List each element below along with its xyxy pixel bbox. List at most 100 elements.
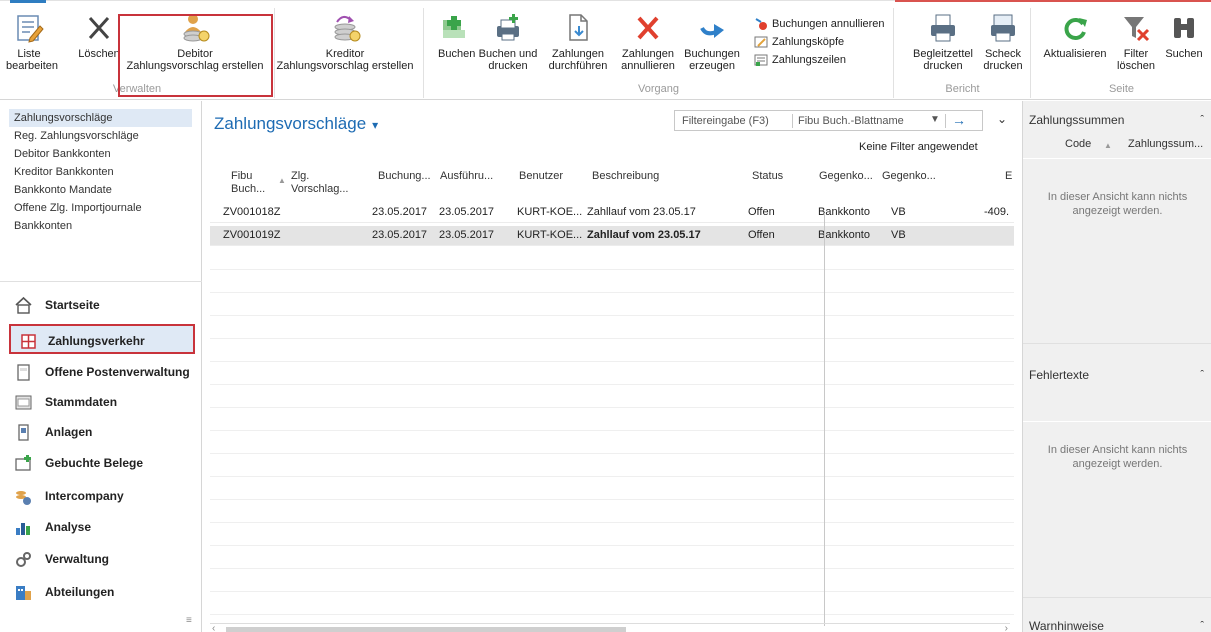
cell-gegenkonto-art: Bankkonto <box>818 229 870 241</box>
nav-link-offene-importjournale[interactable]: Offene Zlg. Importjournale <box>14 199 142 217</box>
page-title[interactable]: Zahlungsvorschläge ▾ <box>214 114 378 134</box>
payment-transactions-icon <box>19 332 38 351</box>
scheck-drucken-label: Scheck drucken <box>983 48 1023 72</box>
scrollbar-thumb[interactable] <box>226 627 626 632</box>
area-startseite[interactable]: Startseite <box>14 290 199 320</box>
area-label: Offene Postenverwaltung <box>45 365 190 379</box>
factbox-header-fehlertexte[interactable]: Fehlertexte ˆ <box>1023 364 1211 386</box>
payment-lines-icon <box>754 53 768 67</box>
col-header-ausfuehrung[interactable]: Ausführu... <box>440 170 493 183</box>
group-label-seite: Seite <box>1108 83 1135 95</box>
posted-documents-icon <box>14 454 33 473</box>
area-intercompany[interactable]: Intercompany <box>14 481 199 511</box>
factbox-header-warnhinweise[interactable]: Warnhinweise ˆ <box>1023 615 1211 632</box>
arrow-right-icon[interactable]: → <box>952 112 966 128</box>
table-row[interactable]: ZV001018Z 23.05.2017 23.05.2017 KURT-KOE… <box>210 203 1014 223</box>
area-anlagen[interactable]: Anlagen <box>14 417 199 447</box>
buchen-button[interactable]: Buchen <box>438 12 475 60</box>
cell-fibu: ZV001019Z <box>223 229 281 241</box>
aktualisieren-button[interactable]: Aktualisieren <box>1040 12 1110 60</box>
delete-icon <box>83 12 115 44</box>
arrow-right-icon <box>696 12 728 44</box>
filter-field-select[interactable]: Fibu Buch.-Blattname <box>798 115 904 127</box>
zahlungen-annullieren-button[interactable]: Zahlungen annullieren <box>618 12 678 72</box>
loeschen-button[interactable]: Löschen <box>78 12 120 60</box>
factbox-title: Warnhinweise <box>1029 619 1104 632</box>
area-analyse[interactable]: Analyse <box>14 512 199 542</box>
clear-filter-icon <box>1120 12 1152 44</box>
printer-icon <box>927 12 959 44</box>
filter-loeschen-button[interactable]: Filter löschen <box>1114 12 1158 72</box>
cell-ausfuehrung: 23.05.2017 <box>439 229 495 241</box>
col-header-betrag[interactable]: E <box>1005 170 1012 183</box>
collapse-filter-icon[interactable]: ⌄ <box>997 112 1007 126</box>
cell-gegenkonto-nr: VB <box>891 206 906 218</box>
chevron-up-icon[interactable]: ˆ <box>1200 364 1204 386</box>
zahlungskoepfe-button[interactable]: Zahlungsköpfe <box>754 34 844 50</box>
highlight-debitor-button <box>118 14 273 97</box>
area-gebuchte-belege[interactable]: Gebuchte Belege <box>14 448 199 478</box>
nav-options-icon[interactable]: ≡ <box>186 615 192 626</box>
group-label-vorgang: Vorgang <box>638 83 679 95</box>
liste-bearbeiten-button[interactable]: Liste bearbeiten <box>6 12 58 72</box>
buchen-drucken-label: Buchen und drucken <box>478 48 538 72</box>
area-stammdaten[interactable]: Stammdaten <box>14 387 199 417</box>
page-title-text: Zahlungsvorschläge <box>214 114 367 133</box>
suchen-button[interactable]: Suchen <box>1162 12 1206 60</box>
area-label: Verwaltung <box>45 552 110 566</box>
buchungen-erzeugen-button[interactable]: Buchungen erzeugen <box>682 12 742 72</box>
scheck-drucken-button[interactable]: Scheck drucken <box>981 12 1025 72</box>
zahlungen-durchfuehren-button[interactable]: Zahlungen durchführen <box>548 12 608 72</box>
dropdown-arrow-icon[interactable]: ▼ <box>930 114 940 125</box>
area-label: Gebuchte Belege <box>45 456 144 470</box>
nav-link-zahlungsvorschlaege[interactable]: Zahlungsvorschläge <box>9 109 192 127</box>
area-abteilungen[interactable]: Abteilungen <box>14 577 199 607</box>
begleitzettel-drucken-button[interactable]: Begleitzettel drucken <box>913 12 973 72</box>
factbox-col-zahlungssumme[interactable]: Zahlungssum... <box>1128 138 1203 150</box>
aktualisieren-label: Aktualisieren <box>1043 48 1107 60</box>
col-header-gegenkonto-nr[interactable]: Gegenko... <box>882 170 936 183</box>
col-header-benutzer[interactable]: Benutzer <box>519 170 563 183</box>
col-header-fibu[interactable]: Fibu Buch... <box>231 170 265 196</box>
area-label: Abteilungen <box>45 585 115 599</box>
factbox-pane: Zahlungssummen ˆ Code ▲ Zahlungssum... I… <box>1022 101 1211 632</box>
filter-bar: Filtereingabe (F3) Fibu Buch.-Blattname … <box>674 110 983 131</box>
nav-link-debitor-bankkonten[interactable]: Debitor Bankkonten <box>14 145 111 163</box>
buchen-drucken-button[interactable]: Buchen und drucken <box>478 12 538 72</box>
area-offene-postenverwaltung[interactable]: Offene Postenverwaltung <box>14 357 199 387</box>
nav-link-bankkonten[interactable]: Bankkonten <box>14 217 72 235</box>
cell-fibu: ZV001018Z <box>223 206 281 218</box>
chevron-up-icon[interactable]: ˆ <box>1200 109 1204 131</box>
factbox-col-code[interactable]: Code <box>1065 138 1091 150</box>
area-zahlungsverkehr[interactable]: Zahlungsverkehr <box>9 324 195 354</box>
nav-link-kreditor-bankkonten[interactable]: Kreditor Bankkonten <box>14 163 114 181</box>
nav-link-reg-zahlungsvorschlaege[interactable]: Reg. Zahlungsvorschläge <box>14 127 139 145</box>
table-row[interactable]: ZV001019Z 23.05.2017 23.05.2017 KURT-KOE… <box>210 226 1014 246</box>
area-label: Stammdaten <box>45 395 118 409</box>
horizontal-scrollbar[interactable]: ‹ › <box>210 623 1010 632</box>
chevron-up-icon[interactable]: ˆ <box>1200 615 1204 632</box>
grid-frozen-column-divider <box>824 213 825 626</box>
col-header-gegenkonto-art[interactable]: Gegenko... <box>819 170 873 183</box>
sort-ascending-icon: ▲ <box>278 176 286 185</box>
col-header-buchung[interactable]: Buchung... <box>378 170 431 183</box>
ribbon-group-seite: Aktualisieren Filter löschen Suchen Seit… <box>1032 8 1211 98</box>
col-header-status[interactable]: Status <box>752 170 783 183</box>
cell-benutzer: KURT-KOE... <box>517 206 583 218</box>
kreditor-zahlungsvorschlag-button[interactable]: Kreditor Zahlungsvorschlag erstellen <box>270 12 420 72</box>
col-header-zlg-vorschlag[interactable]: Zlg. Vorschlag... <box>291 170 348 196</box>
sort-icon: ▲ <box>1104 141 1112 150</box>
area-verwaltung[interactable]: Verwaltung <box>14 544 199 574</box>
filter-input[interactable]: Filtereingabe (F3) <box>682 115 769 127</box>
application-window: Liste bearbeiten Löschen Debitor Zahlung… <box>0 0 1211 632</box>
cell-benutzer: KURT-KOE... <box>517 229 583 241</box>
scroll-left-icon[interactable]: ‹ <box>212 623 215 632</box>
departments-icon <box>14 583 33 602</box>
cell-status: Offen <box>748 229 775 241</box>
nav-link-bankkonto-mandate[interactable]: Bankkonto Mandate <box>14 181 112 199</box>
scroll-right-icon[interactable]: › <box>1005 623 1008 632</box>
zahlungszeilen-button[interactable]: Zahlungszeilen <box>754 52 846 68</box>
factbox-header-zahlungssummen[interactable]: Zahlungssummen ˆ <box>1023 109 1211 131</box>
col-header-beschreibung[interactable]: Beschreibung <box>592 170 659 183</box>
buchungen-annullieren-button[interactable]: Buchungen annullieren <box>754 16 885 32</box>
